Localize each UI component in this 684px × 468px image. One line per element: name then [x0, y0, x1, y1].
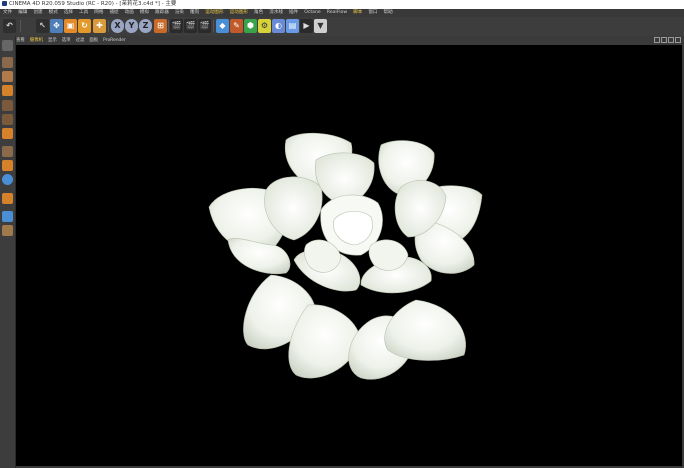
- render-view-icon[interactable]: 🎬: [170, 19, 183, 33]
- scale-tool-icon[interactable]: ▣: [64, 19, 77, 33]
- zoom-icon[interactable]: [661, 36, 667, 43]
- menu-item[interactable]: 跟踪器: [155, 10, 169, 15]
- menu-item[interactable]: 脚本: [353, 10, 362, 15]
- solo-mode-icon[interactable]: [2, 225, 13, 236]
- viewport-menu-item[interactable]: 面板: [89, 38, 98, 43]
- snap-icon[interactable]: [2, 174, 13, 185]
- viewport-menu-item[interactable]: 摄像机: [30, 38, 43, 43]
- subdivision-surface-icon[interactable]: ⬢: [244, 19, 257, 33]
- left-mode-toolbar: [0, 36, 16, 468]
- tweak-mode-icon[interactable]: [2, 160, 13, 171]
- menu-item[interactable]: Octane: [304, 10, 321, 15]
- undo-icon[interactable]: ↶: [3, 19, 16, 33]
- points-mode-icon[interactable]: [2, 100, 13, 111]
- menu-item[interactable]: 工具: [79, 10, 88, 15]
- menu-item[interactable]: RealFlow: [327, 10, 347, 15]
- planar-workplane-icon[interactable]: [2, 211, 13, 222]
- menu-item[interactable]: 运动图形: [205, 10, 223, 15]
- maximize-view-icon[interactable]: [675, 36, 681, 43]
- main-toolbar: ↶ ↖ ✥ ▣ ↻ ✚ X Y Z ⊞ 🎬 🎬 🎬 ◆ ✎ ⬢ ⚙ ◐ ▤ ▶ …: [0, 17, 684, 37]
- main-menu-bar: 文件 编辑 创建 模式 选择 工具 网格 捕捉 动画 模拟 跟踪器 渲染 雕刻 运动图形 运动图形 角色 流水线…: [0, 9, 684, 17]
- model-mode-icon[interactable]: [2, 57, 13, 68]
- polygons-mode-icon[interactable]: [2, 128, 13, 139]
- texture-mode-icon[interactable]: [2, 71, 13, 82]
- spline-pen-icon[interactable]: ✎: [230, 19, 243, 33]
- toolbar-divider: [213, 20, 214, 32]
- menu-item[interactable]: 窗口: [368, 10, 377, 15]
- light-icon[interactable]: ▼: [314, 19, 327, 33]
- render-to-picture-viewer-icon[interactable]: 🎬: [184, 19, 197, 33]
- orbit-icon[interactable]: [668, 36, 674, 43]
- menu-item[interactable]: 帮助: [384, 10, 393, 15]
- 3d-viewport[interactable]: [16, 45, 682, 466]
- make-editable-icon[interactable]: [2, 40, 13, 51]
- toolbar-divider: [108, 20, 109, 32]
- toolbar-divider: [168, 20, 169, 32]
- menu-item[interactable]: 选择: [64, 10, 73, 15]
- toolbar-divider: [20, 20, 21, 32]
- menu-item[interactable]: 插件: [289, 10, 298, 15]
- menu-item[interactable]: 动画: [125, 10, 134, 15]
- menu-item[interactable]: 编辑: [18, 10, 27, 15]
- menu-item[interactable]: 流水线: [269, 10, 283, 15]
- axis-mode-icon[interactable]: [2, 146, 13, 157]
- coordinate-system-icon[interactable]: ⊞: [154, 19, 167, 33]
- workplane-lock-icon[interactable]: [2, 193, 13, 204]
- viewport-menu-item[interactable]: ProRender: [103, 38, 126, 43]
- pan-icon[interactable]: [654, 36, 660, 43]
- viewport-menu-item[interactable]: 显示: [48, 38, 57, 43]
- menu-item[interactable]: 创建: [33, 10, 42, 15]
- menu-item[interactable]: 网格: [94, 10, 103, 15]
- viewport-menu-item[interactable]: 查看: [16, 38, 25, 43]
- z-axis-button[interactable]: Z: [139, 19, 152, 33]
- camera-icon[interactable]: ▶: [300, 19, 313, 33]
- viewport-navigation-icons: [653, 36, 681, 45]
- cinema4d-app-icon: [2, 1, 7, 6]
- menu-item[interactable]: 角色: [254, 10, 263, 15]
- menu-item[interactable]: 运动图形: [230, 10, 248, 15]
- viewport-menu-bar: 查看 摄像机 显示 选项 过滤 面板 ProRender: [16, 36, 684, 45]
- render-settings-icon[interactable]: 🎬: [198, 19, 211, 33]
- rotate-tool-icon[interactable]: ↻: [78, 19, 91, 33]
- menu-item[interactable]: 渲染: [175, 10, 184, 15]
- jasmine-flower-render: [208, 132, 483, 380]
- cube-primitive-icon[interactable]: ◆: [216, 19, 229, 33]
- viewport-menu-item[interactable]: 过滤: [76, 38, 85, 43]
- workplane-mode-icon[interactable]: [2, 85, 13, 96]
- edges-mode-icon[interactable]: [2, 114, 13, 125]
- y-axis-button[interactable]: Y: [125, 19, 138, 33]
- live-selection-icon[interactable]: ↖: [36, 19, 49, 33]
- menu-item[interactable]: 模式: [49, 10, 58, 15]
- x-axis-button[interactable]: X: [111, 19, 124, 33]
- menu-item[interactable]: 雕刻: [190, 10, 199, 15]
- recent-tool-icon[interactable]: ✚: [93, 19, 106, 33]
- window-title-bar: CINEMA 4D R20.059 Studio (RC - R20) - [茉…: [0, 0, 684, 9]
- cloner-icon[interactable]: ⚙: [258, 19, 271, 33]
- menu-item[interactable]: 文件: [3, 10, 12, 15]
- move-tool-icon[interactable]: ✥: [50, 19, 63, 33]
- menu-item[interactable]: 捕捉: [109, 10, 118, 15]
- menu-item[interactable]: 模拟: [140, 10, 149, 15]
- viewport-menu-item[interactable]: 选项: [62, 38, 71, 43]
- floor-environment-icon[interactable]: ▤: [286, 19, 299, 33]
- window-title: CINEMA 4D R20.059 Studio (RC - R20) - [茉…: [9, 1, 177, 7]
- deformer-icon[interactable]: ◐: [272, 19, 285, 33]
